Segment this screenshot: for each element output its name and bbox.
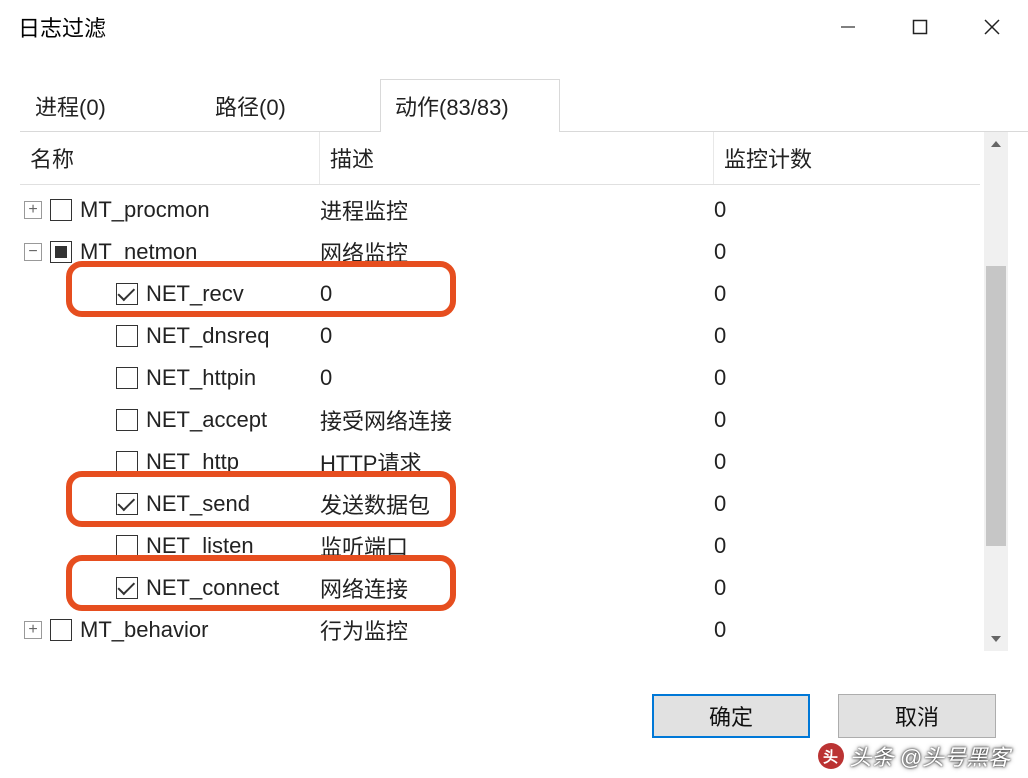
row-desc: 网络连接	[320, 572, 714, 604]
scroll-thumb[interactable]	[986, 266, 1006, 546]
tab-bar: 进程(0) 路径(0) 动作(83/83)	[20, 78, 1028, 132]
table-header: 名称 描述 监控计数	[20, 132, 980, 185]
ok-button[interactable]: 确定	[652, 694, 810, 738]
column-header-desc[interactable]: 描述	[320, 132, 714, 184]
name-cell: − MT_netmon	[20, 239, 320, 265]
row-name: NET_connect	[146, 575, 279, 601]
checkbox[interactable]	[116, 409, 138, 431]
row-count: 0	[714, 281, 980, 307]
table-row[interactable]: NET_http HTTP请求0	[20, 441, 980, 483]
table-row[interactable]: + MT_behavior 行为监控0	[20, 609, 980, 651]
name-cell: NET_send	[20, 491, 320, 517]
name-cell: NET_connect	[20, 575, 320, 601]
table-body: +MT_procmon进程监控0−MT_netmon网络监控0NET_recv0…	[20, 185, 980, 651]
minimize-button[interactable]	[812, 0, 884, 54]
row-name: NET_http	[146, 449, 239, 475]
row-name: NET_accept	[146, 407, 267, 433]
watermark-text: 头条 @头号黑客	[850, 740, 1010, 772]
scroll-down-icon[interactable]	[984, 627, 1008, 651]
row-count: 0	[714, 617, 980, 643]
content-area: 名称 描述 监控计数 +MT_procmon进程监控0−MT_netmon网络监…	[20, 132, 1008, 651]
row-desc: 0	[320, 365, 714, 391]
table-row[interactable]: NET_dnsreq 00	[20, 315, 980, 357]
row-desc: 0	[320, 323, 714, 349]
window-controls	[812, 0, 1028, 54]
tab-action[interactable]: 动作(83/83)	[380, 79, 560, 132]
name-cell: + MT_procmon	[20, 197, 320, 223]
dialog-footer: 确定 取消	[652, 694, 996, 738]
expand-icon[interactable]: +	[24, 201, 42, 219]
watermark-logo-icon: 头	[818, 743, 844, 769]
row-name: MT_netmon	[80, 239, 197, 265]
checkbox[interactable]	[50, 241, 72, 263]
row-desc: 网络监控	[320, 236, 714, 268]
collapse-icon[interactable]: −	[24, 243, 42, 261]
table-row[interactable]: NET_send 发送数据包0	[20, 483, 980, 525]
name-cell: NET_dnsreq	[20, 323, 320, 349]
checkbox[interactable]	[50, 619, 72, 641]
row-name: NET_send	[146, 491, 250, 517]
watermark: 头 头条 @头号黑客	[818, 740, 1010, 772]
name-cell: NET_listen	[20, 533, 320, 559]
table-row[interactable]: NET_recv 00	[20, 273, 980, 315]
row-desc: 进程监控	[320, 194, 714, 226]
row-name: MT_procmon	[80, 197, 210, 223]
titlebar: 日志过滤	[0, 0, 1028, 54]
tab-process[interactable]: 进程(0)	[20, 79, 200, 132]
row-name: NET_dnsreq	[146, 323, 270, 349]
checkbox[interactable]	[116, 535, 138, 557]
row-desc: 发送数据包	[320, 488, 714, 520]
row-desc: 监听端口	[320, 530, 714, 562]
cancel-button[interactable]: 取消	[838, 694, 996, 738]
row-name: NET_recv	[146, 281, 244, 307]
scroll-track[interactable]	[984, 156, 1008, 627]
column-header-name[interactable]: 名称	[20, 132, 320, 184]
table-row[interactable]: NET_accept 接受网络连接0	[20, 399, 980, 441]
row-count: 0	[714, 365, 980, 391]
name-cell: + MT_behavior	[20, 617, 320, 643]
row-count: 0	[714, 197, 980, 223]
column-header-count[interactable]: 监控计数	[714, 132, 980, 184]
vertical-scrollbar[interactable]	[984, 132, 1008, 651]
checkbox[interactable]	[116, 283, 138, 305]
checkbox[interactable]	[116, 451, 138, 473]
row-count: 0	[714, 575, 980, 601]
name-cell: NET_http	[20, 449, 320, 475]
row-count: 0	[714, 449, 980, 475]
table: 名称 描述 监控计数 +MT_procmon进程监控0−MT_netmon网络监…	[20, 132, 980, 651]
row-name: NET_listen	[146, 533, 254, 559]
row-name: MT_behavior	[80, 617, 208, 643]
row-count: 0	[714, 491, 980, 517]
checkbox[interactable]	[116, 577, 138, 599]
table-row[interactable]: NET_httpin 00	[20, 357, 980, 399]
row-count: 0	[714, 407, 980, 433]
row-count: 0	[714, 323, 980, 349]
table-row[interactable]: NET_connect 网络连接0	[20, 567, 980, 609]
row-count: 0	[714, 239, 980, 265]
table-row[interactable]: + MT_procmon 进程监控0	[20, 189, 980, 231]
name-cell: NET_recv	[20, 281, 320, 307]
maximize-button[interactable]	[884, 0, 956, 54]
row-desc: 接受网络连接	[320, 404, 714, 436]
checkbox[interactable]	[116, 493, 138, 515]
row-desc: HTTP请求	[320, 446, 714, 478]
row-desc: 行为监控	[320, 614, 714, 646]
table-row[interactable]: NET_listen 监听端口0	[20, 525, 980, 567]
window-title: 日志过滤	[18, 11, 106, 43]
row-count: 0	[714, 533, 980, 559]
name-cell: NET_accept	[20, 407, 320, 433]
row-desc: 0	[320, 281, 714, 307]
checkbox[interactable]	[116, 325, 138, 347]
close-button[interactable]	[956, 0, 1028, 54]
table-row[interactable]: − MT_netmon 网络监控0	[20, 231, 980, 273]
name-cell: NET_httpin	[20, 365, 320, 391]
expand-icon[interactable]: +	[24, 621, 42, 639]
row-name: NET_httpin	[146, 365, 256, 391]
checkbox[interactable]	[116, 367, 138, 389]
checkbox[interactable]	[50, 199, 72, 221]
scroll-up-icon[interactable]	[984, 132, 1008, 156]
tab-path[interactable]: 路径(0)	[200, 79, 380, 132]
